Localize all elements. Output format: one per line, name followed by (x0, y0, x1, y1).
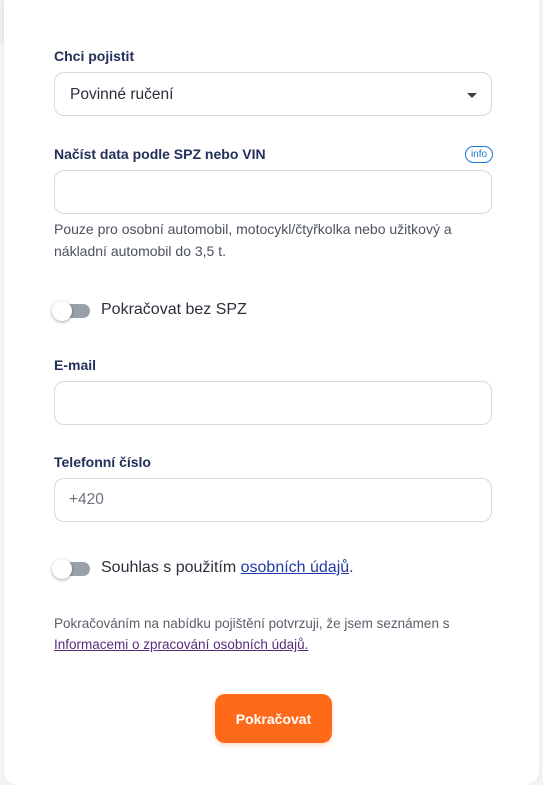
spz-vin-label: Načíst data podle SPZ nebo VIN (54, 146, 266, 162)
continue-button[interactable]: Pokračovat (215, 694, 332, 743)
spz-vin-field[interactable] (54, 170, 492, 214)
consent-suffix: . (349, 559, 354, 576)
toggle-knob (52, 559, 72, 579)
phone-label: Telefonní číslo (54, 454, 151, 470)
consent-toggle-label: Souhlas s použitím osobních údajů. (101, 559, 354, 577)
toggle-knob (52, 301, 72, 321)
no-spz-toggle[interactable] (52, 301, 90, 321)
caret-down-icon (467, 93, 477, 98)
legal-notice: Pokračováním na nabídku pojištění potvrz… (54, 613, 494, 655)
no-spz-toggle-label: Pokračovat bez SPZ (101, 301, 247, 318)
personal-data-link[interactable]: osobních údajů (241, 559, 350, 576)
insure-type-value: Povinné ručení (70, 86, 174, 103)
phone-input[interactable] (55, 479, 491, 521)
email-field[interactable] (54, 381, 492, 425)
phone-field[interactable] (54, 478, 492, 522)
data-processing-info-link[interactable]: Informacemi o zpracování osobních údajů. (54, 637, 308, 652)
email-input[interactable] (55, 382, 491, 424)
spz-helper-text: Pouze pro osobní automobil, motocykl/čty… (54, 221, 452, 259)
insure-type-select[interactable]: Povinné ručení (54, 72, 492, 116)
info-icon[interactable]: info (465, 146, 493, 163)
email-label: E-mail (54, 357, 97, 373)
consent-toggle[interactable] (52, 559, 90, 579)
insure-type-label: Chci pojistit (54, 48, 135, 64)
consent-text: Souhlas s použitím (101, 559, 241, 576)
legal-text: Pokračováním na nabídku pojištění potvrz… (54, 616, 450, 631)
spz-vin-input[interactable] (55, 171, 491, 213)
